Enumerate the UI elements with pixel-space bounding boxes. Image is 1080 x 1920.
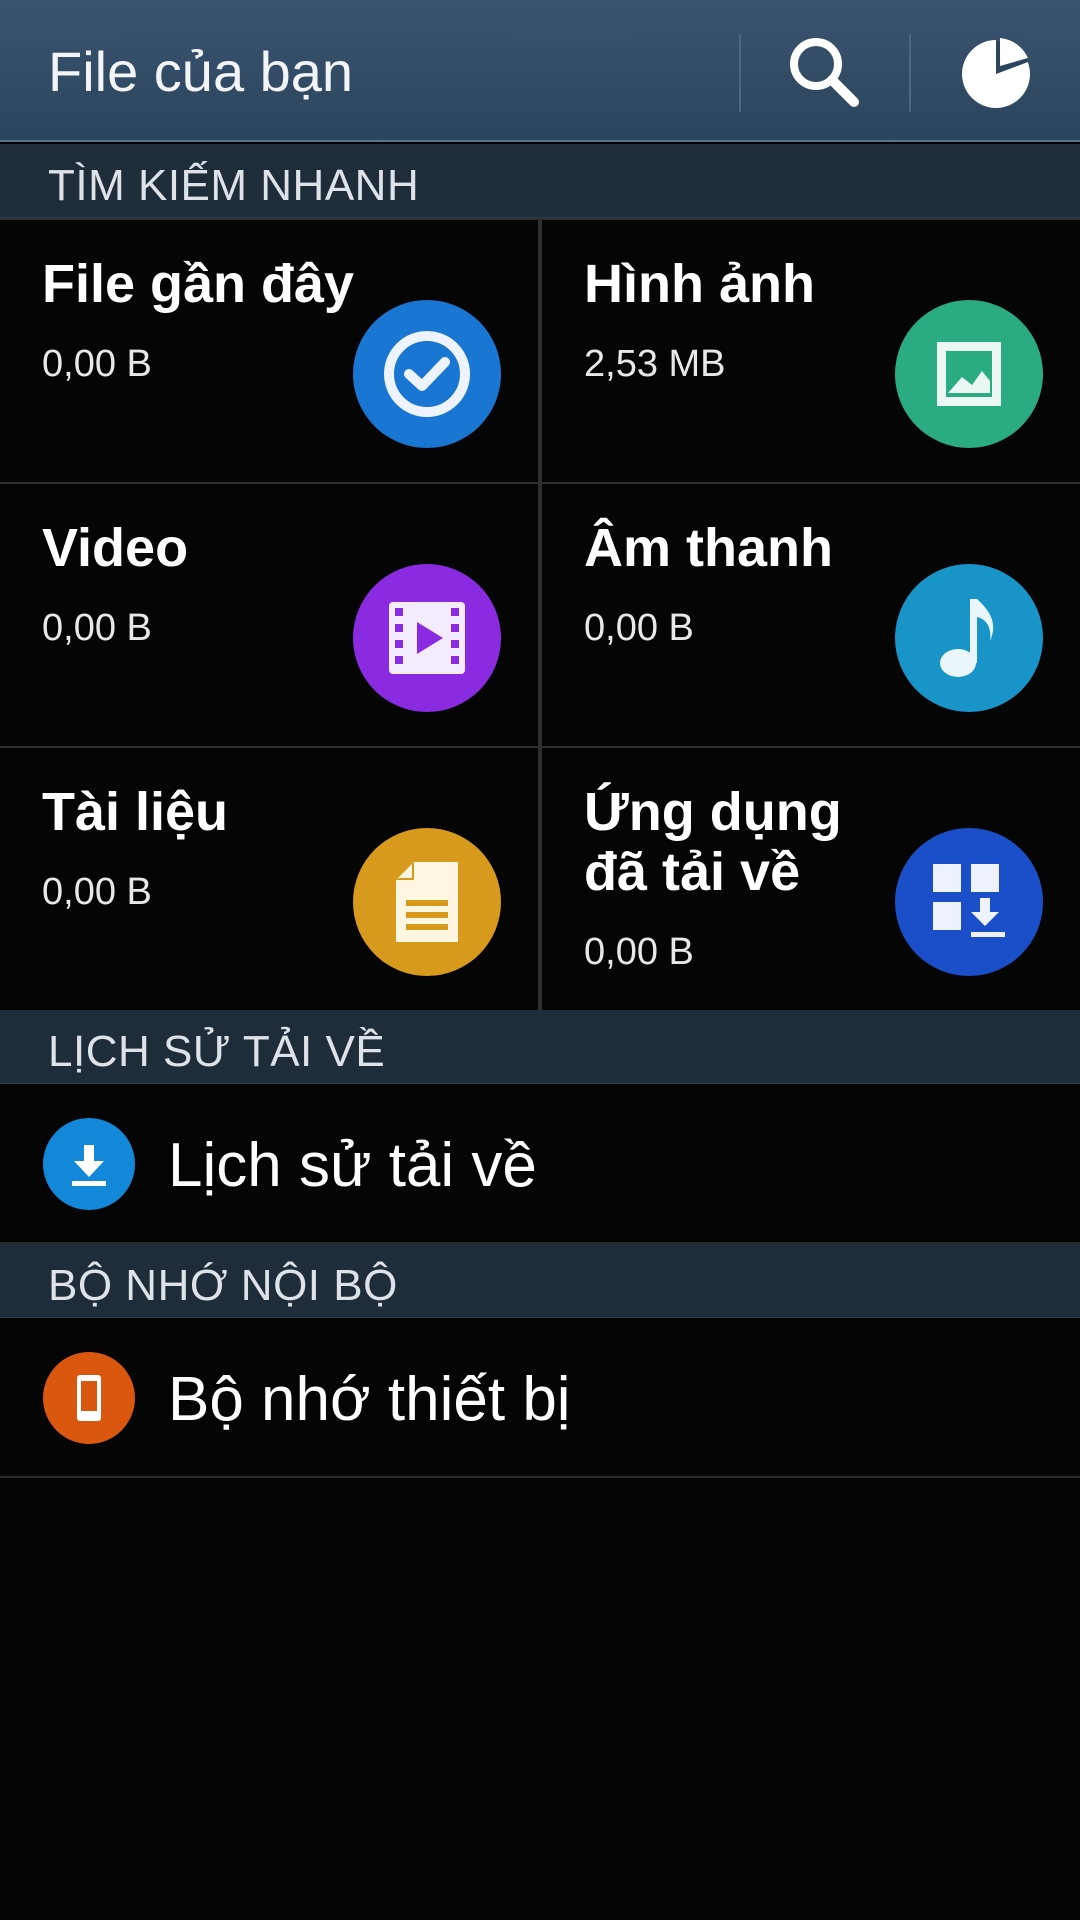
device-storage-label: Bộ nhớ thiết bị: [168, 1365, 571, 1434]
downloaded-apps-icon: [895, 828, 1043, 976]
tile-title: Hình ảnh: [584, 254, 815, 314]
download-icon: [43, 1118, 135, 1210]
quick-search-grid: File gần đây 0,00 B Hình ảnh 2,53 MB Vid…: [0, 218, 1080, 1010]
tile-size: 0,00 B: [42, 607, 152, 649]
tile-size: 0,00 B: [42, 343, 152, 385]
music-note-icon: [895, 564, 1043, 712]
storage-usage-icon: [962, 38, 1030, 108]
tile-recent-files[interactable]: File gần đây 0,00 B: [0, 220, 538, 482]
document-icon: [353, 828, 501, 976]
image-icon: [895, 300, 1043, 448]
tile-video[interactable]: Video 0,00 B: [0, 484, 538, 746]
search-button[interactable]: [769, 20, 879, 124]
download-history-label: Lịch sử tải về: [168, 1131, 537, 1200]
tile-downloaded-apps[interactable]: Ứng dụng đã tải về 0,00 B: [542, 748, 1080, 1010]
section-header-quick-search: TÌM KIẾM NHANH: [0, 144, 1080, 218]
section-header-internal-storage: BỘ NHỚ NỘI BỘ: [0, 1244, 1080, 1318]
tile-size: 0,00 B: [584, 931, 694, 973]
tile-audio[interactable]: Âm thanh 0,00 B: [542, 484, 1080, 746]
tile-title: Tài liệu: [42, 782, 229, 842]
device-storage-item[interactable]: Bộ nhớ thiết bị: [0, 1318, 1080, 1478]
tile-size: 0,00 B: [584, 607, 694, 649]
storage-usage-button[interactable]: [941, 20, 1051, 124]
tile-title: Âm thanh: [584, 518, 833, 578]
tile-title: Ứng dụng đã tải về: [584, 782, 842, 902]
tile-size: 2,53 MB: [584, 343, 726, 385]
tile-title: Video: [42, 518, 189, 578]
section-label: LỊCH SỬ TẢI VỀ: [48, 1027, 386, 1076]
section-label: BỘ NHỚ NỘI BỘ: [48, 1261, 398, 1310]
recent-files-icon: [353, 300, 501, 448]
download-history-item[interactable]: Lịch sử tải về: [0, 1084, 1080, 1244]
video-icon: [353, 564, 501, 712]
app-bar: File của bạn: [0, 0, 1080, 142]
tile-size: 0,00 B: [42, 871, 152, 913]
section-header-download-history: LỊCH SỬ TẢI VỀ: [0, 1010, 1080, 1084]
section-label: TÌM KIẾM NHANH: [48, 161, 420, 210]
page-title: File của bạn: [48, 40, 354, 103]
appbar-divider: [909, 34, 911, 112]
tile-images[interactable]: Hình ảnh 2,53 MB: [542, 220, 1080, 482]
search-icon: [790, 38, 859, 107]
tile-title: File gần đây: [42, 254, 355, 314]
tile-documents[interactable]: Tài liệu 0,00 B: [0, 748, 538, 1010]
appbar-divider: [739, 34, 741, 112]
phone-icon: [43, 1352, 135, 1444]
